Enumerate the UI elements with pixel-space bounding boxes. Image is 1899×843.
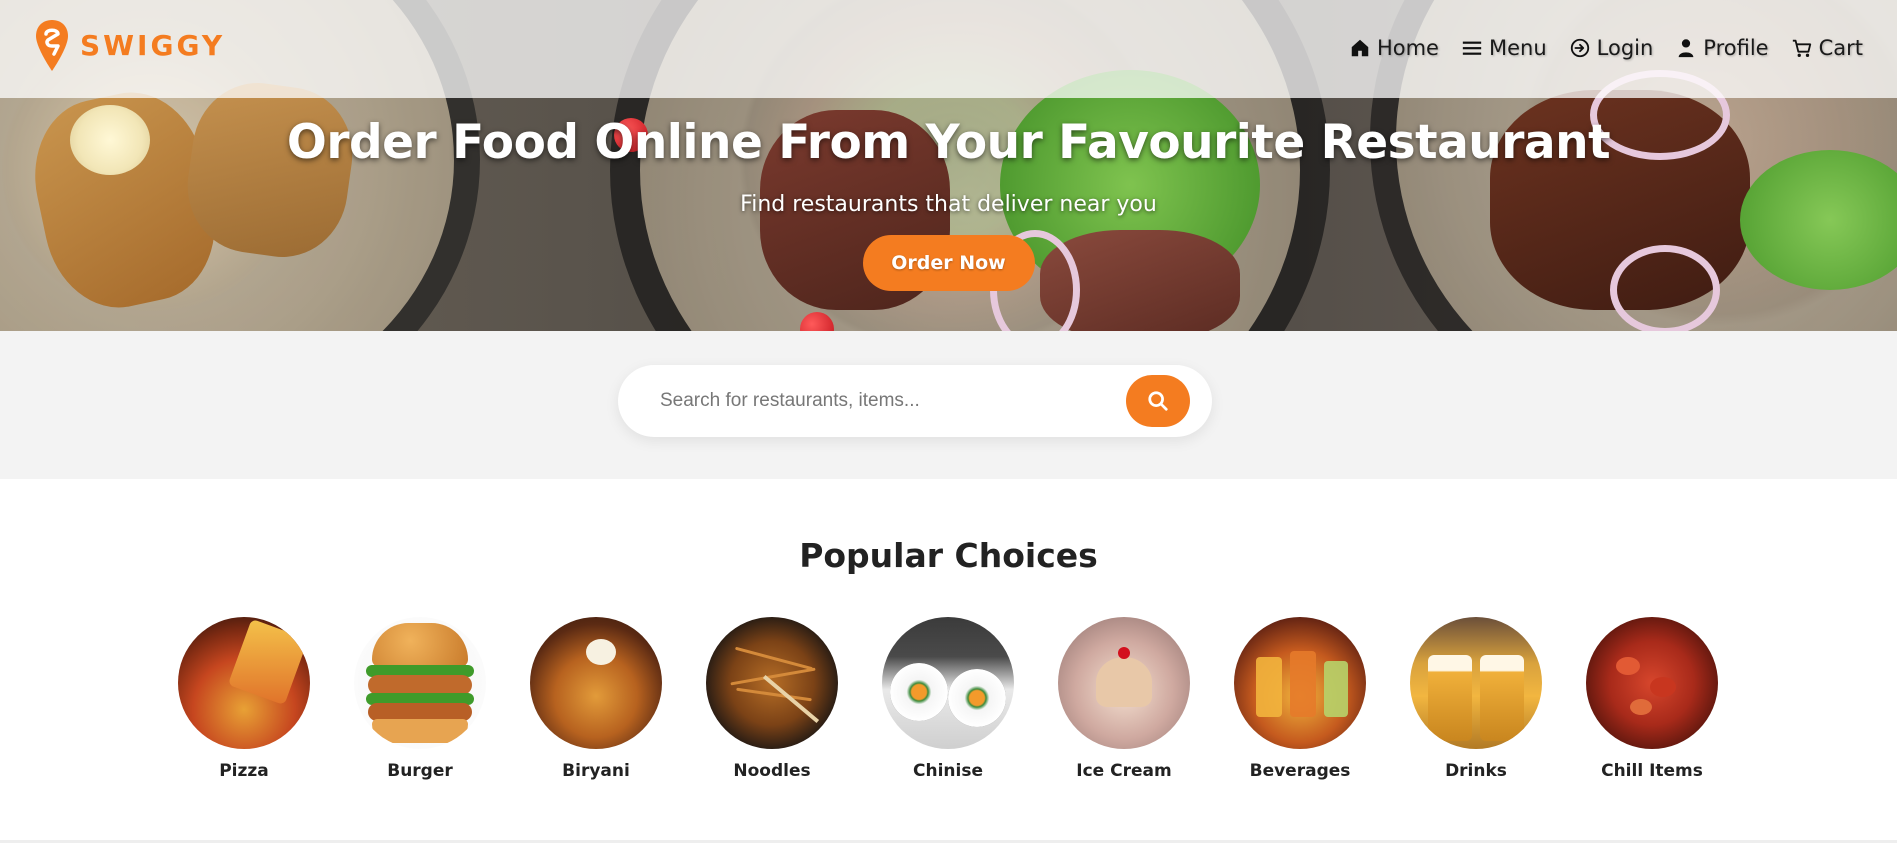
beverages-image <box>1234 617 1366 749</box>
home-icon <box>1351 39 1369 57</box>
choice-burger[interactable]: Burger <box>354 617 486 781</box>
hero-content: Order Food Online From Your Favourite Re… <box>0 115 1897 291</box>
choice-label: Drinks <box>1445 761 1507 781</box>
noodles-image <box>706 617 838 749</box>
nav-home[interactable]: Home <box>1349 36 1439 60</box>
nav-login-label: Login <box>1596 36 1654 60</box>
user-icon <box>1678 39 1694 58</box>
choice-pizza[interactable]: Pizza <box>178 617 310 781</box>
choice-label: Chinise <box>913 761 983 781</box>
biryani-image <box>530 617 662 749</box>
choice-drinks[interactable]: Drinks <box>1410 617 1542 781</box>
hamburger-icon <box>1462 41 1482 55</box>
chill-items-image <box>1586 617 1718 749</box>
popular-choices-title: Popular Choices <box>799 536 1098 575</box>
choice-beverages[interactable]: Beverages <box>1234 617 1366 781</box>
choice-noodles[interactable]: Noodles <box>706 617 838 781</box>
search-input[interactable] <box>660 385 1120 417</box>
nav-menu[interactable]: Menu <box>1461 36 1547 60</box>
nav-home-label: Home <box>1376 36 1439 60</box>
search-box <box>618 365 1212 437</box>
brand-logo[interactable]: SWIGGY <box>34 18 225 73</box>
choice-biryani[interactable]: Biryani <box>530 617 662 781</box>
choice-label: Chill Items <box>1601 761 1703 781</box>
popular-choices-list: Pizza Burger Biryani Noodles Chinise Ice… <box>178 617 1718 781</box>
chinise-image <box>882 617 1014 749</box>
nav-links: Home Menu Login Profile Cart <box>1349 36 1863 60</box>
choice-label: Ice Cream <box>1076 761 1172 781</box>
nav-cart[interactable]: Cart <box>1791 36 1863 60</box>
choice-label: Biryani <box>562 761 630 781</box>
hero-title: Order Food Online From Your Favourite Re… <box>286 115 1611 170</box>
choice-label: Burger <box>387 761 453 781</box>
brand-name: SWIGGY <box>80 29 226 62</box>
choice-label: Noodles <box>733 761 811 781</box>
search-icon <box>1148 391 1168 411</box>
choice-label: Beverages <box>1249 761 1351 781</box>
swiggy-logo-icon <box>36 20 68 71</box>
search-section <box>0 331 1897 479</box>
burger-image <box>354 617 486 749</box>
choice-chinise[interactable]: Chinise <box>882 617 1014 781</box>
choice-ice-cream[interactable]: Ice Cream <box>1058 617 1190 781</box>
nav-profile-label: Profile <box>1703 36 1769 60</box>
nav-cart-label: Cart <box>1818 36 1863 60</box>
drinks-image <box>1410 617 1542 749</box>
choice-chill-items[interactable]: Chill Items <box>1586 617 1718 781</box>
cart-icon <box>1792 39 1811 57</box>
pizza-image <box>178 617 310 749</box>
choice-label: Pizza <box>219 761 269 781</box>
ice-cream-image <box>1058 617 1190 749</box>
hero-subtitle: Find restaurants that deliver near you <box>740 192 1157 217</box>
nav-login[interactable]: Login <box>1569 36 1654 60</box>
search-button[interactable] <box>1126 375 1190 427</box>
navbar: SWIGGY Home Menu Login Profile Cart <box>0 0 1897 98</box>
order-now-button[interactable]: Order Now <box>862 235 1035 291</box>
nav-profile[interactable]: Profile <box>1675 36 1769 60</box>
nav-menu-label: Menu <box>1488 36 1547 60</box>
login-icon <box>1570 38 1589 58</box>
